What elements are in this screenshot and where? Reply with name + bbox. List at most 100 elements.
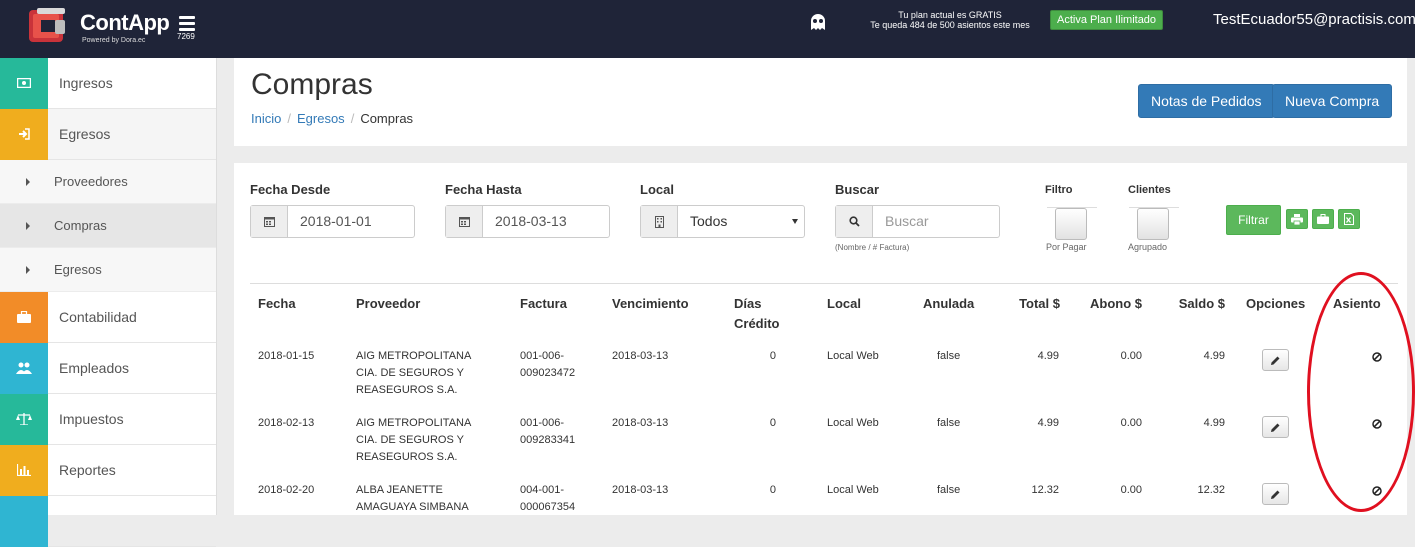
- sidebar-item-label: Contabilidad: [59, 309, 137, 325]
- sidebar-item-more[interactable]: [0, 495, 216, 547]
- sidebar-item-contabilidad[interactable]: Contabilidad: [0, 291, 216, 343]
- sidebar-subitem-label: Compras: [54, 218, 107, 233]
- cell-anulada: false: [937, 417, 961, 429]
- buscar-input[interactable]: Buscar: [835, 205, 1000, 238]
- cell-saldo: 4.99: [1203, 350, 1225, 362]
- compras-table: Fecha Proveedor Factura Vencimiento Días…: [250, 283, 1398, 513]
- sidebar-item-label: Impuestos: [59, 411, 124, 427]
- sidebar-item-reportes[interactable]: Reportes: [0, 444, 216, 496]
- cell-abono: 0.00: [1120, 350, 1142, 362]
- local-select[interactable]: Todos: [640, 205, 805, 238]
- cell-anulada: false: [937, 350, 961, 362]
- calendar-icon: [251, 206, 288, 237]
- logo-text: ContApp: [80, 10, 170, 35]
- cell-dias: 0: [769, 350, 776, 362]
- header-opciones[interactable]: Opciones: [1246, 294, 1305, 314]
- fecha-hasta-label: Fecha Hasta: [445, 182, 522, 197]
- header-fecha[interactable]: Fecha: [258, 294, 296, 314]
- excel-export-icon[interactable]: [1338, 209, 1360, 229]
- money-icon: [0, 57, 48, 109]
- header-abono[interactable]: Abono $: [1076, 294, 1142, 314]
- filtro-label: Filtro: [1045, 184, 1073, 196]
- plan-line-1: Tu plan actual es GRATIS: [898, 10, 1002, 20]
- cell-total: 4.99: [1037, 417, 1059, 429]
- header-local[interactable]: Local: [827, 294, 861, 314]
- header-anulada[interactable]: Anulada: [923, 294, 974, 314]
- more-icon: [0, 495, 48, 547]
- ban-icon[interactable]: [1372, 419, 1382, 429]
- cell-proveedor: AIG METROPOLITANA CIA. DE SEGUROS Y REAS…: [356, 350, 471, 396]
- sidebar-item-impuestos[interactable]: Impuestos: [0, 393, 216, 445]
- cell-total: 12.32: [1031, 484, 1059, 496]
- sidebar-item-ingresos[interactable]: Ingresos: [0, 57, 216, 109]
- sign-in-icon: [0, 108, 48, 160]
- search-icon: [836, 206, 873, 237]
- edit-pencil-icon[interactable]: [1262, 416, 1289, 438]
- briefcase-icon: [0, 291, 48, 343]
- filtro-por-pagar-toggle[interactable]: [1055, 208, 1087, 240]
- filtro-sub-label: Por Pagar: [1046, 242, 1087, 252]
- activa-plan-button[interactable]: Activa Plan Ilimitado: [1050, 10, 1164, 30]
- ban-icon[interactable]: [1372, 486, 1382, 496]
- cell-abono: 0.00: [1120, 417, 1142, 429]
- cell-vencimiento: 2018-03-13: [612, 350, 669, 362]
- sidebar-subitem-label: Proveedores: [54, 174, 128, 189]
- header-saldo[interactable]: Saldo $: [1160, 294, 1225, 314]
- fecha-desde-input[interactable]: 2018-01-01: [250, 205, 415, 238]
- cell-anulada: false: [937, 484, 961, 496]
- page-header: Compras Inicio / Egresos / Compras Notas de …: [234, 58, 1407, 146]
- buscar-hint: (Nombre / # Factura): [835, 243, 910, 252]
- cell-abono: 0.00: [1120, 484, 1142, 496]
- breadcrumb-separator: /: [287, 111, 291, 126]
- header-total[interactable]: Total $: [1000, 294, 1060, 314]
- user-email-menu[interactable]: TestEcuador55@practisis.com: [1213, 11, 1415, 28]
- sidebar-item-label: Egresos: [59, 126, 111, 142]
- cell-proveedor: AIG METROPOLITANA CIA. DE SEGUROS Y REAS…: [356, 417, 471, 463]
- buscar-placeholder: Buscar: [885, 213, 929, 229]
- breadcrumb-egresos-link[interactable]: Egresos: [297, 111, 345, 126]
- ghost-icon[interactable]: [808, 12, 828, 32]
- header-factura[interactable]: Factura: [520, 294, 567, 314]
- sidebar-item-label: Reportes: [59, 462, 116, 478]
- filtrar-button[interactable]: Filtrar: [1226, 205, 1281, 235]
- print-icon[interactable]: [1286, 209, 1308, 229]
- breadcrumb-current: Compras: [360, 111, 414, 126]
- breadcrumb-home-link[interactable]: Inicio: [251, 111, 281, 126]
- clientes-sub-label: Agrupado: [1128, 242, 1168, 252]
- sidebar-item-empleados[interactable]: Empleados: [0, 342, 216, 394]
- briefcase-export-icon[interactable]: [1312, 209, 1334, 229]
- header-proveedor[interactable]: Proveedor: [356, 294, 420, 314]
- header-vencimiento[interactable]: Vencimiento: [612, 294, 689, 314]
- clientes-agrupado-toggle[interactable]: [1137, 208, 1169, 240]
- cell-vencimiento: 2018-03-13: [612, 484, 669, 496]
- local-label: Local: [640, 182, 674, 197]
- cell-fecha: 2018-02-20: [258, 484, 315, 496]
- buscar-label: Buscar: [835, 182, 880, 197]
- plan-info: Tu plan actual es GRATIS Te queda 484 de…: [850, 10, 1050, 30]
- cell-proveedor: ALBA JEANETTE AMAGUAYA SIMBANA: [356, 484, 469, 513]
- sidebar-subitem-proveedores[interactable]: Proveedores: [0, 160, 216, 204]
- header-dias-credito[interactable]: Días Crédito: [734, 294, 794, 334]
- menu-number: 7269: [177, 32, 195, 41]
- header-asiento[interactable]: Asiento: [1333, 294, 1381, 314]
- nueva-compra-button[interactable]: Nueva Compra: [1272, 84, 1393, 118]
- sidebar-item-egresos[interactable]: Egresos: [0, 108, 216, 160]
- fecha-hasta-input[interactable]: 2018-03-13: [445, 205, 610, 238]
- cell-local: Local Web: [827, 484, 879, 496]
- ban-icon[interactable]: [1372, 352, 1382, 362]
- contapp-logo-icon[interactable]: [27, 6, 69, 46]
- local-selected-value: Todos: [690, 213, 728, 229]
- balance-scale-icon: [0, 393, 48, 445]
- edit-pencil-icon[interactable]: [1262, 349, 1289, 371]
- sidebar-item-label: Ingresos: [59, 75, 113, 91]
- notas-de-pedidos-button[interactable]: Notas de Pedidos: [1138, 84, 1275, 118]
- clientes-label: Clientes: [1128, 184, 1171, 196]
- edit-pencil-icon[interactable]: [1262, 483, 1289, 505]
- sidebar-subitem-egresos[interactable]: Egresos: [0, 248, 216, 292]
- cell-saldo: 12.32: [1197, 484, 1225, 496]
- cell-fecha: 2018-01-15: [258, 350, 315, 362]
- cell-fecha: 2018-02-13: [258, 417, 315, 429]
- sidebar-subitem-label: Egresos: [54, 262, 102, 277]
- breadcrumb-separator: /: [350, 111, 355, 126]
- sidebar-subitem-compras[interactable]: Compras: [0, 204, 216, 248]
